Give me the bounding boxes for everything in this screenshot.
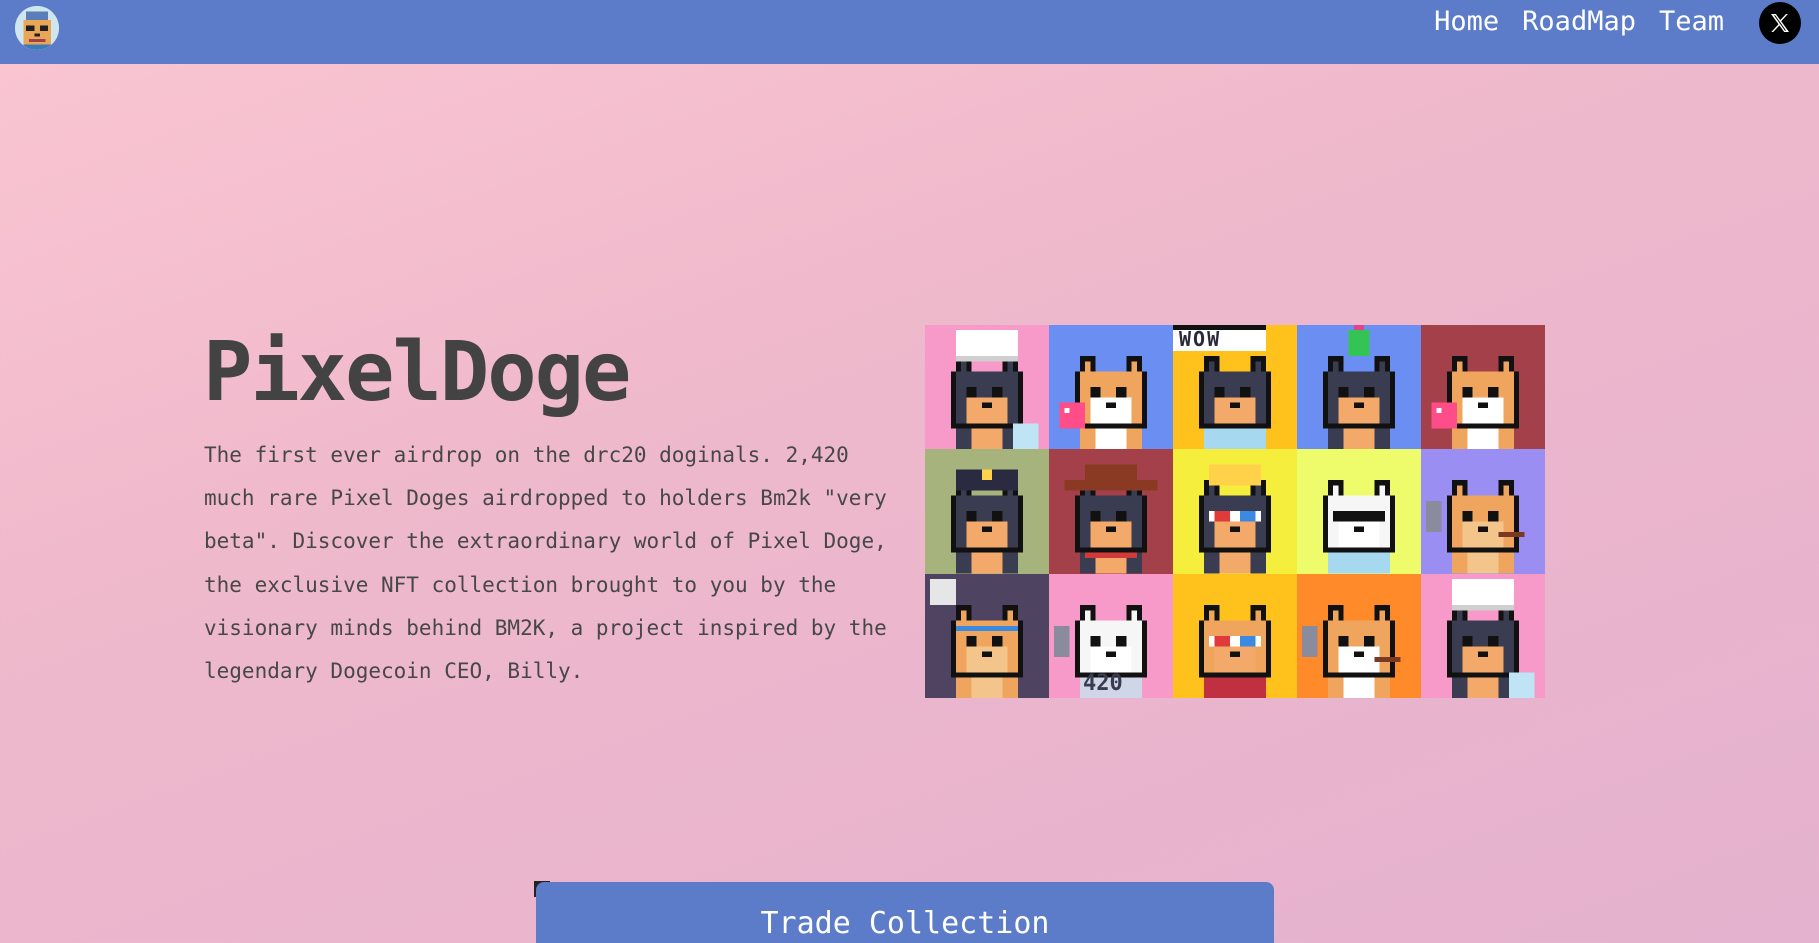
doge-avatar-icon — [1302, 604, 1401, 698]
nft-tile[interactable] — [1297, 325, 1421, 450]
doge-avatar-icon — [1322, 480, 1396, 574]
nft-tile[interactable] — [1421, 325, 1545, 450]
doge-avatar-icon — [1322, 325, 1396, 450]
nft-tile[interactable] — [1173, 573, 1297, 698]
pixel-doge-logo[interactable] — [15, 6, 59, 50]
doge-avatar-icon — [1064, 464, 1158, 574]
logo-doge-icon — [15, 6, 59, 50]
doge-avatar-icon — [930, 578, 1024, 698]
hero-title: PixelDoge — [203, 325, 631, 420]
nav-roadmap-link[interactable]: RoadMap — [1522, 6, 1636, 37]
nav-home-link[interactable]: Home — [1434, 6, 1499, 37]
nft-tile[interactable]: WOW — [1173, 325, 1297, 450]
doge-avatar-icon — [1426, 480, 1525, 574]
nft-tile[interactable] — [1297, 449, 1421, 574]
nft-tile[interactable] — [925, 573, 1049, 698]
nft-tile[interactable] — [1421, 449, 1545, 574]
doge-avatar-icon — [1446, 578, 1535, 698]
nft-tile[interactable] — [1297, 573, 1421, 698]
x-icon — [1771, 14, 1789, 32]
hero-description: The first ever airdrop on the drc20 dogi… — [204, 443, 887, 684]
nft-tile[interactable]: 420 — [1049, 573, 1173, 698]
doge-avatar-icon — [950, 470, 1024, 574]
doge-avatar-icon — [1198, 604, 1272, 698]
nav-links: Home RoadMap Team — [1411, 0, 1724, 42]
nft-tile[interactable] — [1173, 449, 1297, 574]
doge-avatar-icon — [1431, 356, 1520, 450]
nft-gallery-grid: WOW 420 — [925, 325, 1545, 698]
x-social-button[interactable] — [1759, 2, 1801, 44]
doge-avatar-icon — [1059, 356, 1148, 450]
tile-label: 420 — [1083, 671, 1123, 696]
nft-tile[interactable] — [1421, 573, 1545, 698]
nft-tile[interactable] — [925, 325, 1049, 450]
nft-tile[interactable] — [925, 449, 1049, 574]
top-navbar: Home RoadMap Team — [0, 0, 1819, 64]
doge-avatar-icon — [1198, 464, 1272, 574]
nav-team-link[interactable]: Team — [1659, 6, 1724, 37]
nft-tile[interactable] — [1049, 449, 1173, 574]
trade-collection-button[interactable]: Trade Collection — [536, 882, 1274, 943]
nft-tile[interactable] — [1049, 325, 1173, 450]
tile-label: WOW — [1179, 327, 1222, 351]
doge-avatar-icon — [950, 330, 1039, 450]
